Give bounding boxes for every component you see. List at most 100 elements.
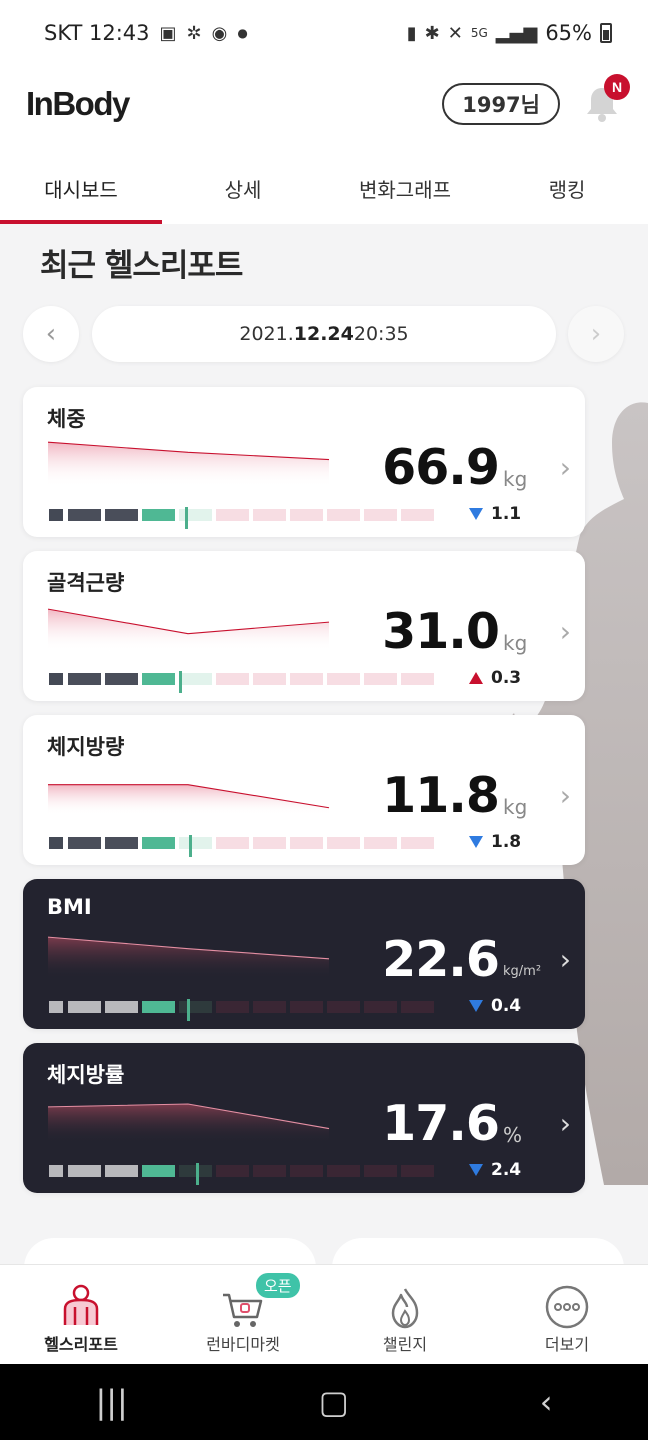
gauge-segment [290,1001,323,1013]
next-date-button[interactable]: › [568,306,624,362]
nav-market[interactable]: 오픈 런바디마켓 [162,1265,324,1364]
carrier-time: SKT 12:43 [44,21,150,45]
tab-change-graph[interactable]: 변화그래프 [324,142,486,224]
trend-chart [48,936,330,979]
metric-unit: kg [503,795,528,819]
gauge-segment [401,1165,434,1177]
flame-icon [391,1288,419,1329]
metric-card[interactable]: 체지방률 17.6% › 2.4 [23,1043,585,1193]
gauge-segment [253,1001,286,1013]
chevron-right-icon[interactable]: › [560,615,571,648]
5g-icon: 5G [470,26,488,40]
range-gauge [49,507,437,529]
chevron-right-icon[interactable]: › [560,1107,571,1140]
gauge-segment [179,1001,212,1013]
metric-label: 체지방량 [47,735,125,759]
metric-unit: % [503,1123,523,1147]
gauge-segment [290,1165,323,1177]
nav-more[interactable]: 더보기 [486,1265,648,1364]
prev-date-button[interactable]: ‹ [23,306,79,362]
user-button[interactable]: 1997님 [442,83,560,125]
metric-card[interactable]: 체지방량 11.8 kg › 1.8 [23,715,585,865]
metric-delta: 1.1 [469,504,521,524]
trend-area [48,784,329,815]
gauge-segment [105,673,138,685]
nav-challenge[interactable]: 챌린지 [324,1265,486,1364]
triangle-down-icon [469,508,483,520]
app-bar: InBody 1997님 N [0,66,648,142]
metric-label: 체지방률 [47,1063,125,1087]
gauge-segment [216,1001,249,1013]
gauge-segment [49,1001,63,1013]
gauge-segment [68,509,101,521]
gauge-segment [179,673,212,685]
chevron-right-icon[interactable]: › [560,451,571,484]
gauge-segment [68,837,101,849]
metric-value: 17.6 [382,1095,500,1152]
metric-card[interactable]: 골격근량 31.0 kg › 0.3 [23,551,585,701]
gauge-segment [327,509,360,521]
metric-delta: 0.3 [469,668,521,688]
gauge-segment [142,837,175,849]
trend-area [48,937,329,979]
gauge-segment [290,837,323,849]
triangle-down-icon [469,1000,483,1012]
cleaner-icon: ▮ [406,22,417,44]
date-selector: ‹ 2021. 12.24 20:35 › [0,306,648,362]
gauge-segment [142,1001,175,1013]
gauge-segment [105,837,138,849]
recent-apps-icon[interactable]: ||| [95,1383,127,1421]
gauge-segment [364,509,397,521]
metric-delta: 2.4 [469,1160,521,1180]
open-badge: 오픈 [256,1273,300,1298]
range-gauge [49,1163,437,1185]
gauge-segment [105,509,138,521]
gauge-segment [142,509,175,521]
metric-delta: 1.8 [469,832,521,852]
tab-dashboard[interactable]: 대시보드 [0,142,162,224]
gauge-marker [187,999,190,1021]
gauge-segment [401,509,434,521]
gauge-segment [68,1165,101,1177]
trend-chart [48,784,330,815]
metric-unit: kg [503,631,528,655]
nav-label: 챌린지 [382,1335,428,1354]
tab-detail[interactable]: 상세 [162,142,324,224]
battery-text: 65% [545,21,592,45]
date-display[interactable]: 2021. 12.24 20:35 [92,306,556,362]
range-gauge [49,999,437,1021]
back-icon[interactable]: ‹ [540,1383,553,1421]
metric-card[interactable]: BMI 22.6 kg/m² › 0.4 [23,879,585,1029]
home-icon[interactable]: ▢ [319,1383,349,1421]
delta-value: 2.4 [491,1160,522,1180]
dot-icon: ● [237,26,248,40]
gauge-segment [105,1001,138,1013]
gauge-segment [105,1165,138,1177]
metric-card[interactable]: 체중 66.9 kg › 1.1 [23,387,585,537]
nav-health-report[interactable]: 헬스리포트 [0,1265,162,1364]
gauge-segment [142,673,175,685]
gauge-segment [253,837,286,849]
chevron-right-icon[interactable]: › [560,779,571,812]
gauge-segment [49,673,63,685]
chevron-right-icon[interactable]: › [560,943,571,976]
metric-value: 66.9 [382,439,500,496]
gauge-segment [68,1001,101,1013]
tab-ranking[interactable]: 랭킹 [486,142,648,224]
gauge-segment [327,1165,360,1177]
delta-value: 1.8 [491,832,522,852]
bluetooth-icon: ✱ [424,22,440,44]
delta-value: 1.1 [491,504,522,524]
trend-chart [48,1103,330,1143]
health-report-icon [63,1284,99,1325]
starbucks-icon: ◉ [211,22,228,44]
triangle-down-icon [469,836,483,848]
date-highlight: 12.24 [293,323,354,345]
gallery-icon: ▣ [159,22,177,44]
gauge-marker [196,1163,199,1185]
gauge-segment [216,837,249,849]
metric-unit: kg/m² [503,964,542,979]
gauge-segment [327,837,360,849]
notification-button[interactable]: N [580,74,630,126]
gauge-segment [142,1165,175,1177]
